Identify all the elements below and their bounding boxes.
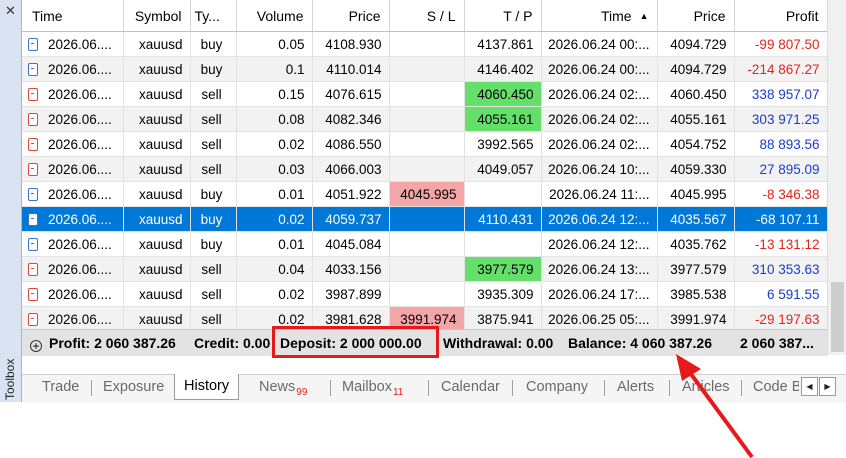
annotation-arrow [676, 354, 754, 458]
